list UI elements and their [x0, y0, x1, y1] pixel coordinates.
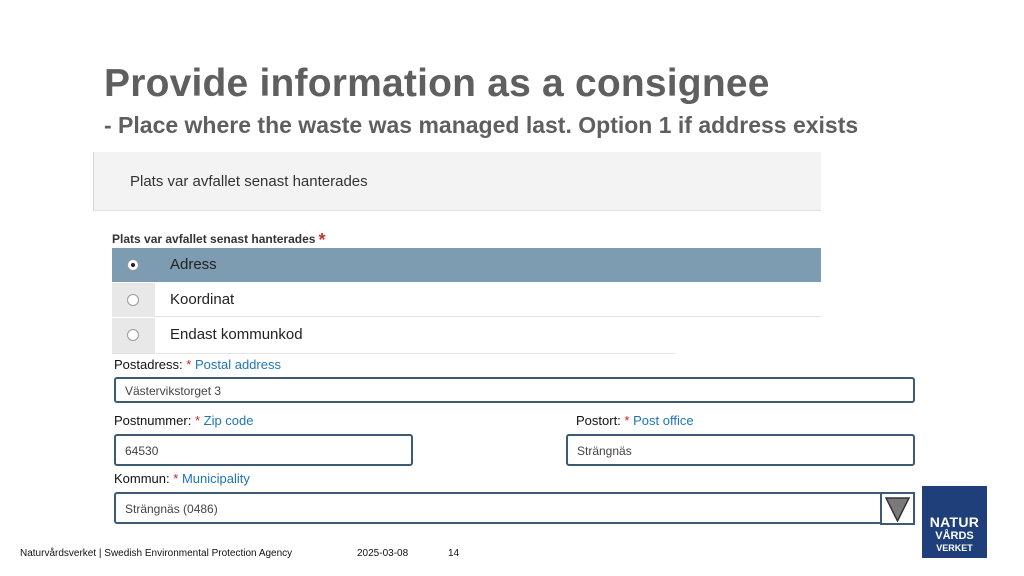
location-panel: Plats var avfallet senast hanterades Pla…: [93, 152, 821, 354]
post-office-label: Postort: * Post office: [576, 413, 694, 428]
radio-option-kommunkod[interactable]: Endast kommunkod: [112, 318, 821, 354]
postal-address-input[interactable]: Västervikstorget 3: [114, 377, 915, 403]
logo-line-2: VÅRDS: [935, 530, 974, 542]
radio-selected-icon[interactable]: [127, 259, 139, 271]
radio-option-label: Adress: [170, 256, 217, 273]
radio-icon[interactable]: [127, 294, 139, 306]
slide-title: Provide information as a consignee: [104, 62, 770, 105]
radio-cell: [112, 283, 155, 317]
zip-code-sv: Postnummer:: [114, 413, 192, 428]
radio-icon[interactable]: [127, 329, 139, 341]
zip-code-label: Postnummer: * Zip code: [114, 413, 254, 428]
logo-line-3: VERKET: [936, 543, 973, 553]
municipality-label: Kommun: * Municipality: [114, 471, 250, 486]
logo-line-1: NATUR: [929, 514, 980, 530]
zip-code-en: Zip code: [203, 413, 254, 428]
post-office-value: Strängnäs: [577, 444, 632, 458]
radio-option-label: Endast kommunkod: [170, 326, 303, 343]
post-office-sv: Postort:: [576, 413, 621, 428]
slide-subtitle: - Place where the waste was managed last…: [104, 112, 859, 138]
required-star: *: [186, 357, 192, 372]
radio-option-label: Koordinat: [170, 291, 235, 308]
postal-address-value: Västervikstorget 3: [125, 384, 222, 398]
triangle-down-icon: [885, 497, 910, 522]
naturvardsverket-logo: NATUR VÅRDS VERKET: [922, 486, 987, 558]
required-star: *: [194, 413, 200, 428]
radio-option-adress[interactable]: Adress: [112, 248, 821, 282]
panel-header: Plats var avfallet senast hanterades: [93, 152, 821, 211]
footer-page-number: 14: [448, 548, 460, 559]
post-office-en: Post office: [633, 413, 694, 428]
required-star: *: [624, 413, 630, 428]
municipality-dropdown-button[interactable]: [880, 492, 915, 525]
postal-address-en: Postal address: [194, 357, 281, 372]
postal-address-label: Postadress: * Postal address: [114, 357, 281, 372]
postal-address-sv: Postadress:: [114, 357, 183, 372]
panel-bottom-divider: [112, 353, 675, 354]
zip-code-input[interactable]: 64530: [114, 434, 413, 466]
municipality-en: Municipality: [181, 471, 250, 486]
radio-cell: [112, 248, 155, 282]
footer-organization: Naturvårdsverket | Swedish Environmental…: [20, 548, 293, 559]
post-office-input[interactable]: Strängnäs: [566, 434, 915, 466]
municipality-value: Strängnäs (0486): [125, 502, 218, 516]
municipality-select[interactable]: Strängnäs (0486): [114, 492, 884, 524]
location-field-label-text: Plats var avfallet senast hanterades: [112, 232, 316, 246]
radio-option-koordinat[interactable]: Koordinat: [112, 283, 821, 317]
location-field-label: Plats var avfallet senast hanterades *: [112, 227, 326, 250]
required-star: *: [318, 230, 326, 250]
radio-cell: [112, 318, 155, 354]
zip-code-value: 64530: [125, 444, 159, 458]
required-star: *: [173, 471, 179, 486]
municipality-sv: Kommun:: [114, 471, 170, 486]
footer-date: 2025-03-08: [357, 548, 409, 559]
panel-header-text: Plats var avfallet senast hanterades: [130, 173, 368, 190]
